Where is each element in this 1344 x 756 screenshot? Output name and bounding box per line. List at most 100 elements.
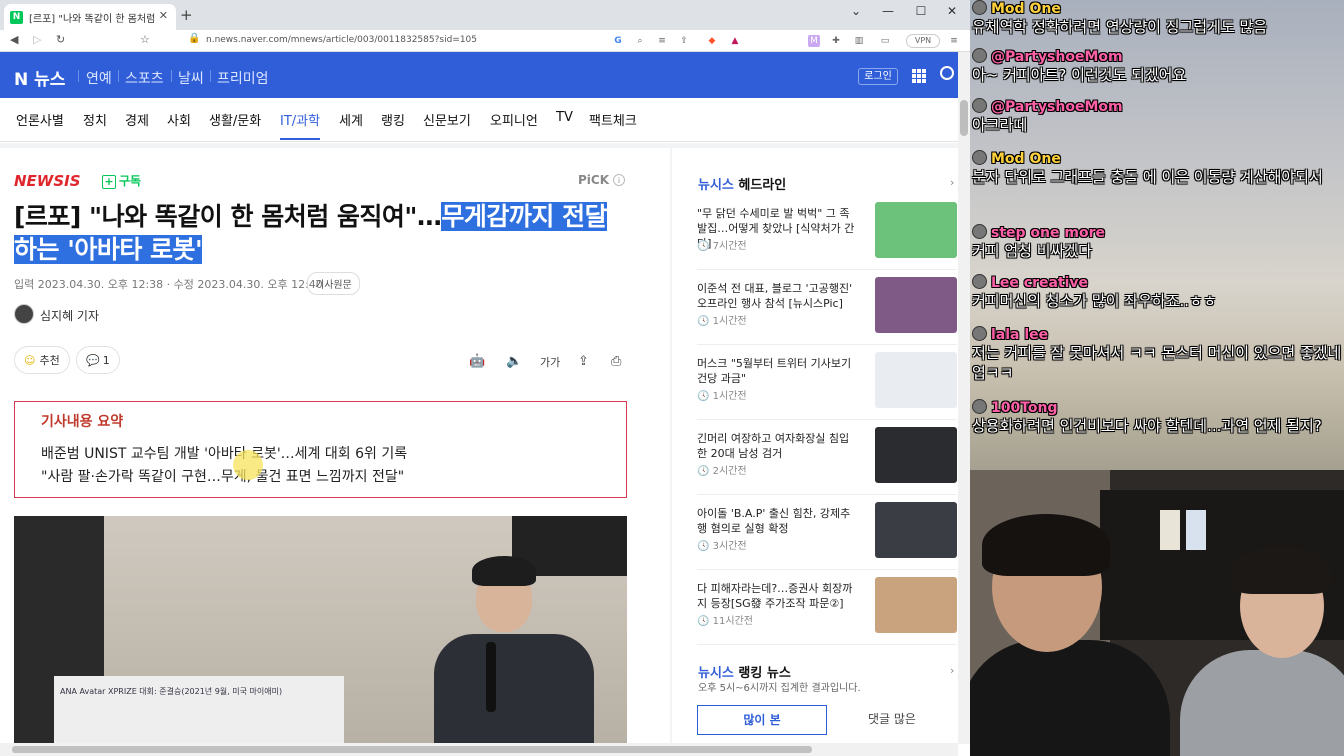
cat-world[interactable]: 세계: [339, 110, 363, 129]
subscribe-button[interactable]: + 구독: [102, 172, 141, 189]
naver-news-logo[interactable]: N 뉴스: [14, 65, 65, 90]
cat-life[interactable]: 생활/문화: [209, 110, 261, 129]
nav-sports[interactable]: 스포츠: [125, 68, 164, 88]
user-avatar-icon: [972, 274, 987, 289]
cat-newspaper[interactable]: 신문보기: [423, 110, 471, 129]
chat-text: 상용화하려면 인건비보다 싸야 할텐데...과연 언제 될지?: [972, 417, 1322, 435]
cat-society[interactable]: 사회: [167, 110, 191, 129]
audio-icon[interactable]: 🔈: [506, 354, 522, 369]
chevron-right-icon[interactable]: ›: [950, 176, 954, 189]
wallet-icon[interactable]: ▭: [879, 35, 891, 47]
tab-most-commented[interactable]: 댓글 많은: [832, 705, 952, 735]
headline-selected-text: 무게감까지 전달: [441, 202, 608, 231]
press-logo[interactable]: NEWSIS: [14, 172, 81, 190]
cat-politics[interactable]: 정치: [83, 110, 107, 129]
search-icon[interactable]: [940, 66, 954, 80]
extension-m-icon[interactable]: M: [808, 35, 820, 47]
new-tab-icon[interactable]: +: [180, 6, 193, 24]
sidebar-icon[interactable]: ▥: [853, 35, 865, 47]
recommend-button[interactable]: ☺ 추천: [14, 346, 70, 374]
reader-icon[interactable]: ≡: [656, 35, 668, 47]
extensions-puzzle-icon[interactable]: ✚: [830, 35, 842, 47]
divider: [697, 644, 957, 645]
browser-tab[interactable]: N [르포] "나와 똑같이 한 몸처럼 움 ✕: [4, 4, 176, 30]
nav-weather[interactable]: 날씨: [178, 68, 204, 88]
article-photo[interactable]: ANA Avatar XPRIZE 대회: 준결승(2021년 9월, 미국 마…: [14, 516, 627, 743]
reporter-avatar: [14, 304, 34, 324]
print-icon[interactable]: ⎙: [611, 354, 621, 369]
chat-username: step one more: [972, 224, 1342, 241]
chevron-right-icon[interactable]: ›: [950, 664, 954, 677]
nav-premium[interactable]: 프리미엄: [217, 68, 269, 88]
headline-item[interactable]: 긴머리 여장하고 여자화장실 침입한 20대 남성 검거 🕓 2시간전: [697, 427, 957, 501]
summary-title: 기사내용 요약: [41, 414, 124, 430]
cat-it-science[interactable]: IT/과학: [280, 110, 321, 140]
menu-icon[interactable]: ≡: [948, 35, 960, 47]
close-window-icon[interactable]: ✕: [942, 4, 962, 18]
comment-button[interactable]: 💬 1: [76, 346, 120, 374]
cat-opinion[interactable]: 오피니언: [490, 110, 538, 129]
brave-shield-icon[interactable]: ◆: [706, 35, 718, 47]
apps-grid-icon[interactable]: [912, 69, 926, 83]
url-field[interactable]: n.news.naver.com/mnews/article/003/00118…: [206, 35, 477, 45]
headline-item[interactable]: 이준석 전 대표, 블로그 '고공행진' 오프라인 행사 참석 [뉴시스Pic]…: [697, 277, 957, 351]
close-tab-icon[interactable]: ✕: [159, 9, 168, 22]
headline-item[interactable]: 다 피해자라는데?…증권사 회장까지 등장[SG發 주가조작 파문②] 🕓 11시…: [697, 577, 957, 651]
login-button[interactable]: 로그인: [858, 68, 898, 85]
user-avatar-icon: [972, 98, 987, 113]
vertical-scroll-thumb[interactable]: [960, 100, 968, 136]
cat-factcheck[interactable]: 팩트체크: [589, 110, 637, 129]
headline-item[interactable]: 머스크 "5월부터 트위터 기사보기 건당 과금" 🕓 1시간전: [697, 352, 957, 426]
nav-entertainment[interactable]: 연예: [86, 68, 112, 88]
chat-message: lala lee 저는 커피를 잘 못마셔서 ㅋㅋ 몬스터 머신이 있으면 좋겠네…: [972, 326, 1342, 383]
share-icon[interactable]: ⇪: [678, 35, 690, 47]
headline-item-thumbnail: [875, 427, 957, 483]
back-icon[interactable]: ◀: [10, 33, 18, 46]
chat-username: @PartyshoeMom: [972, 98, 1342, 115]
bookmark-icon[interactable]: ☆: [140, 33, 150, 46]
headline-item-title: 이준석 전 대표, 블로그 '고공행진' 오프라인 행사 참석 [뉴시스Pic]: [697, 282, 853, 310]
time-text: 1시간전: [712, 391, 747, 402]
robot-icon[interactable]: 🤖: [469, 354, 485, 369]
reload-icon[interactable]: ↻: [56, 33, 65, 46]
chat-text: 아크라떼: [972, 116, 1028, 134]
headline-item-thumbnail: [875, 577, 957, 633]
naver-header: N 뉴스 연예 스포츠 날씨 프리미엄 로그인: [0, 52, 958, 98]
zoom-icon[interactable]: ⌕: [634, 35, 646, 47]
divider: [78, 70, 79, 82]
divider: [171, 70, 172, 82]
category-nav: 언론사별 정치 경제 사회 생활/문화 IT/과학 세계 랭킹 신문보기 오피니…: [0, 98, 958, 142]
headline-item[interactable]: 아이돌 'B.A.P' 출신 힘찬, 강제추행 혐의로 실형 확정 🕓 3시간전: [697, 502, 957, 576]
user-avatar-icon: [972, 0, 987, 15]
cat-tv[interactable]: TV: [556, 110, 573, 125]
headline-item[interactable]: "무 닭던 수세미로 발 벅벅" 그 족발집…어떻게 찾았나 [식약처가 간다]…: [697, 202, 957, 276]
cat-economy[interactable]: 경제: [125, 110, 149, 129]
vpn-button[interactable]: VPN: [906, 34, 940, 48]
username-text: Mod One: [991, 151, 1061, 167]
headline-item-title: 긴머리 여장하고 여자화장실 침입한 20대 남성 검거: [697, 432, 850, 460]
share-icon[interactable]: ⇪: [578, 354, 589, 369]
minimize-icon[interactable]: —: [878, 4, 898, 18]
tab-search-icon[interactable]: ⌄: [846, 4, 866, 18]
horizontal-scroll-thumb[interactable]: [12, 746, 812, 753]
divider: [697, 569, 957, 570]
headline-item-title: 다 피해자라는데?…증권사 회장까지 등장[SG發 주가조작 파문②]: [697, 582, 853, 610]
tab-most-viewed[interactable]: 많이 본: [697, 705, 827, 735]
article-dateline: 입력 2023.04.30. 오후 12:38 · 수정 2023.04.30.…: [14, 278, 323, 291]
cat-ranking[interactable]: 랭킹: [381, 110, 405, 129]
info-icon[interactable]: i: [613, 174, 625, 186]
brave-rewards-icon[interactable]: ▲: [729, 35, 741, 47]
google-translate-icon[interactable]: G: [612, 35, 624, 47]
cat-press[interactable]: 언론사별: [16, 110, 64, 129]
font-size-button[interactable]: 가가: [540, 354, 560, 370]
photo-caption: ANA Avatar XPRIZE 대회: 준결승(2021년 9월, 미국 마…: [60, 687, 283, 696]
reporter-name[interactable]: 심지혜 기자: [40, 307, 99, 324]
chat-message: Mod One 유체역학 정확하려면 연상량이 징그럽게도 많음: [972, 0, 1342, 37]
username-text: @PartyshoeMom: [991, 49, 1123, 65]
forward-icon[interactable]: ▷: [33, 33, 41, 46]
maximize-icon[interactable]: ☐: [911, 4, 931, 18]
vertical-scrollbar[interactable]: [958, 52, 970, 744]
pick-label: PiCK: [578, 173, 610, 187]
original-article-button[interactable]: 기사원문: [307, 272, 360, 295]
headline-section-title[interactable]: 뉴시스 헤드라인: [698, 174, 786, 193]
